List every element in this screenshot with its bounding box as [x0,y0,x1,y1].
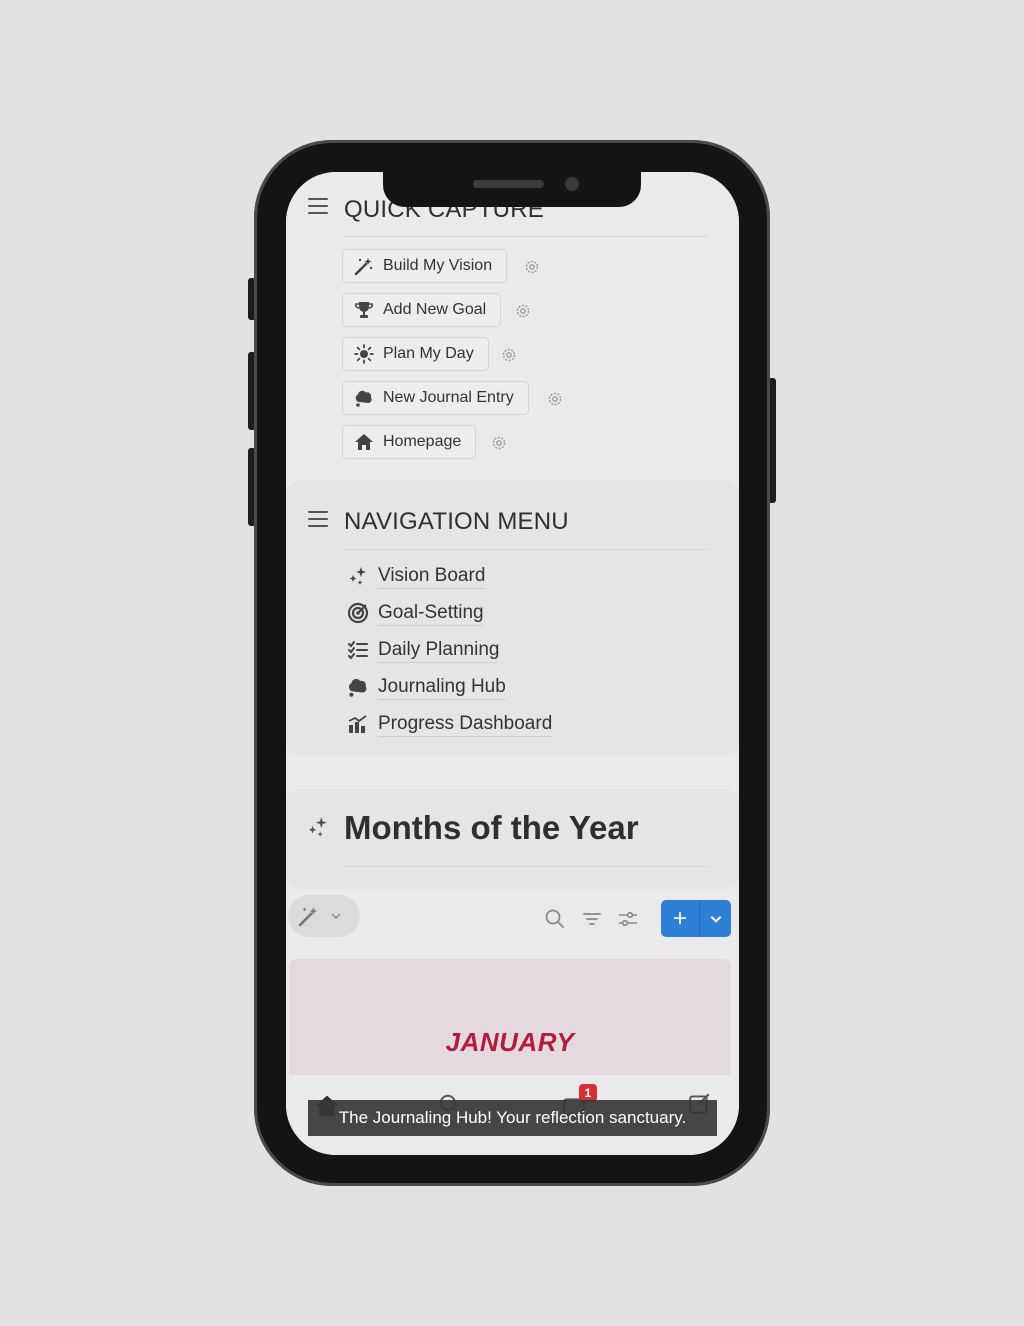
chevron-down-icon [710,915,721,923]
build-my-vision-button[interactable]: Build My Vision [342,249,508,283]
homepage-button[interactable]: Homepage [342,425,477,459]
plan-my-day-button[interactable]: Plan My Day [342,337,489,371]
button-label: Plan My Day [383,345,474,362]
sparkles-icon [308,817,327,837]
month-card-january[interactable]: JANUARY [289,959,731,1079]
divider [344,866,708,867]
sparkles-icon [346,564,370,588]
settings-sliders-icon[interactable] [617,908,639,930]
nav-item-label: Journaling Hub [378,675,506,700]
nav-item-daily-planning[interactable]: Daily Planning [346,636,500,664]
phone-screen: QUICK CAPTURE Build My Vision Add New Go… [286,172,739,1155]
phone-camera [565,177,579,191]
divider [344,236,708,237]
magic-wand-icon [298,907,318,927]
home-icon [353,431,375,453]
menu-icon[interactable] [308,511,328,527]
nav-item-label: Daily Planning [378,638,500,663]
video-caption: The Journaling Hub! Your reflection sanc… [308,1100,717,1136]
thought-bubble-icon [346,675,370,699]
nav-item-journaling-hub[interactable]: Journaling Hub [346,673,506,701]
nav-item-label: Progress Dashboard [378,712,553,737]
checklist-icon [346,638,370,662]
gear-icon[interactable] [515,303,531,319]
chevron-down-icon [331,913,341,920]
target-icon [346,601,370,625]
button-label: Add New Goal [383,301,487,318]
divider [344,549,708,550]
add-new-goal-button[interactable]: Add New Goal [342,293,502,327]
new-entry-dropdown[interactable] [700,900,731,937]
magic-wand-icon [353,255,375,277]
nav-item-progress-dashboard[interactable]: Progress Dashboard [346,710,553,738]
navigation-menu-title: NAVIGATION MENU [344,508,569,535]
gear-icon[interactable] [501,347,517,363]
button-label: New Journal Entry [383,389,514,406]
nav-item-goal-setting[interactable]: Goal-Setting [346,599,484,627]
chart-icon [346,712,370,736]
search-icon[interactable] [544,908,566,930]
months-title: Months of the Year [344,809,639,846]
new-journal-entry-button[interactable]: New Journal Entry [342,381,529,415]
quick-capture-card: QUICK CAPTURE Build My Vision Add New Go… [286,172,739,472]
navigation-menu-card: NAVIGATION MENU Vision Board Goal-Settin… [286,480,739,756]
filter-icon[interactable] [581,908,603,930]
nav-item-vision-board[interactable]: Vision Board [346,562,486,590]
nav-item-label: Vision Board [378,564,486,589]
sun-icon [353,343,375,365]
months-card: Months of the Year [286,789,739,889]
button-label: Build My Vision [383,257,493,274]
nav-item-label: Goal-Setting [378,601,484,626]
add-button[interactable]: + [661,900,700,937]
view-selector[interactable] [288,895,360,937]
button-label: Homepage [383,433,462,450]
menu-icon[interactable] [308,198,328,214]
trophy-icon [353,299,375,321]
gear-icon[interactable] [524,259,540,275]
new-entry-button[interactable]: + [661,900,731,937]
thought-bubble-icon [353,387,375,409]
month-label: JANUARY [445,1027,575,1057]
phone-speaker [473,180,544,188]
gear-icon[interactable] [491,435,507,451]
gear-icon[interactable] [547,391,563,407]
